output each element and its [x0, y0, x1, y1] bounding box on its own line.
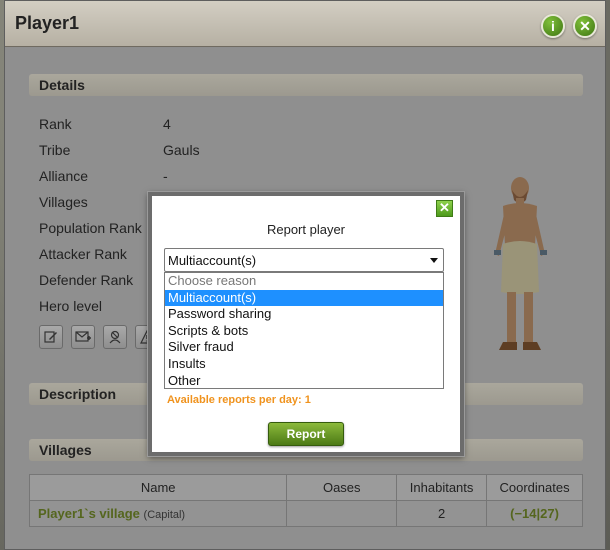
dialog-title: Report player — [266, 222, 346, 237]
reason-options-list: Choose reason Multiaccount(s) Password s… — [164, 272, 444, 389]
detail-value-rank: 4 — [163, 116, 171, 132]
edit-profile-icon[interactable] — [39, 325, 63, 349]
detail-label-attacker-rank: Attacker Rank — [39, 246, 127, 262]
hero-avatar — [494, 177, 547, 350]
info-icon[interactable]: i — [541, 14, 565, 38]
option-password-sharing[interactable]: Password sharing — [165, 306, 443, 323]
column-header-inhabitants: Inhabitants — [396, 474, 488, 501]
report-player-icon[interactable] — [103, 325, 127, 349]
detail-label-rank: Rank — [39, 116, 72, 132]
column-header-name: Name — [28, 474, 288, 501]
available-reports-note: Available reports per day: 1 — [167, 394, 311, 406]
villages-table-header: Name Oases Inhabitants Coordinates — [28, 474, 583, 501]
column-header-coordinates: Coordinates — [486, 474, 583, 501]
detail-label-hero-level: Hero level — [39, 298, 103, 314]
option-insults[interactable]: Insults — [165, 356, 443, 373]
detail-label-population-rank: Population Rank — [39, 220, 142, 236]
village-coordinates-link[interactable]: (−14|27) — [486, 500, 583, 527]
detail-label-defender-rank: Defender Rank — [39, 272, 134, 288]
details-heading: Details — [29, 74, 583, 96]
option-choose-reason: Choose reason — [168, 273, 257, 288]
villages-table: Name Oases Inhabitants Coordinates Playe… — [28, 474, 583, 527]
option-silver-fraud[interactable]: Silver fraud — [165, 339, 443, 356]
detail-label-alliance: Alliance — [39, 168, 89, 184]
report-button[interactable]: Report — [268, 422, 344, 446]
reason-select-value: Multiaccount(s) — [168, 253, 257, 268]
close-icon[interactable]: ✕ — [573, 14, 597, 38]
village-oases-cell — [286, 500, 398, 527]
close-icon[interactable]: ✕ — [436, 200, 453, 217]
option-scripts-bots[interactable]: Scripts & bots — [165, 323, 443, 340]
detail-value-alliance: - — [163, 168, 168, 184]
report-player-dialog: ✕ Report player Multiaccount(s) Choose r… — [148, 192, 464, 456]
option-multiaccounts[interactable]: Multiaccount(s) — [165, 289, 443, 307]
detail-label-tribe: Tribe — [39, 142, 71, 158]
option-other[interactable]: Other — [165, 373, 443, 390]
village-inhabitants-cell: 2 — [396, 500, 488, 527]
detail-label-villages: Villages — [39, 194, 88, 210]
column-header-oases: Oases — [286, 474, 398, 501]
window-header: Player1 i ✕ — [5, 1, 605, 47]
capital-tag: (Capital) — [143, 509, 186, 521]
window-title: Player1 — [15, 13, 80, 33]
village-name-cell[interactable]: Player1`s village (Capital) — [28, 500, 288, 527]
reason-select[interactable]: Multiaccount(s) — [164, 248, 444, 272]
table-row: Player1`s village (Capital) 2 (−14|27) — [28, 500, 583, 527]
village-name-link[interactable]: Player1`s village — [38, 506, 140, 521]
chevron-down-icon — [430, 258, 438, 263]
detail-value-tribe: Gauls — [163, 142, 200, 158]
send-message-icon[interactable] — [71, 325, 95, 349]
